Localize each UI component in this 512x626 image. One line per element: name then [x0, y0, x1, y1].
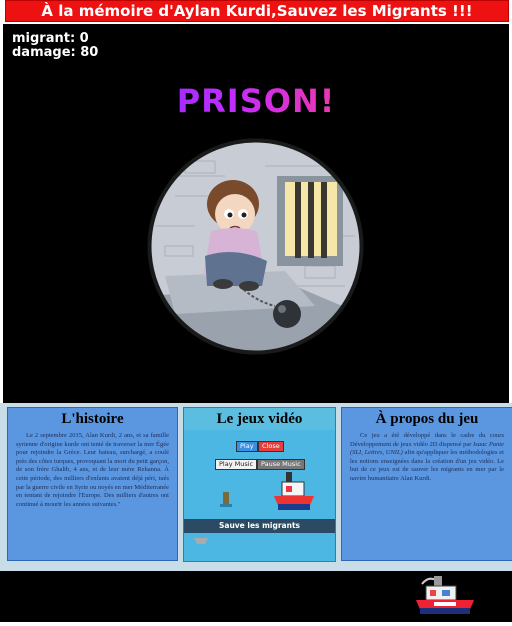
preview-buoy-icon: [220, 492, 232, 507]
video-game-card: Le jeux vidéo Play Close Play Music Paus…: [183, 407, 336, 562]
video-preview[interactable]: Play Close Play Music Pause Music Sauve …: [184, 430, 335, 561]
game-canvas[interactable]: migrant: 0 damage: 80 PRISON!: [3, 24, 509, 403]
play-button[interactable]: Play: [236, 441, 258, 452]
rescue-boat-icon: [416, 576, 474, 614]
preview-small-boat-icon: [194, 538, 208, 544]
history-card: L'histoire Le 2 septembre 2015, Alan Kur…: [7, 407, 178, 561]
preview-boat-icon: [274, 472, 314, 510]
video-bar: Sauve les migrants: [184, 519, 335, 533]
prison-title: PRISON!: [3, 82, 509, 120]
play-music-button[interactable]: Play Music: [215, 459, 258, 470]
video-title: Le jeux vidéo: [216, 411, 303, 427]
damage-counter: damage: 80: [12, 45, 99, 60]
history-title: L'histoire: [61, 411, 124, 427]
close-button[interactable]: Close: [258, 441, 284, 452]
about-text: Ce jeu a été développé dans le cadre du …: [350, 432, 504, 484]
prison-illustration: [147, 138, 364, 355]
history-text: Le 2 septembre 2015, Alan Kurdi, 2 ans, …: [16, 432, 169, 508]
about-card: À propos du jeu Ce jeu a été développé d…: [341, 407, 512, 561]
memorial-banner: À la mémoire d'Aylan Kurdi,Sauvez les Mi…: [5, 0, 509, 22]
migrant-counter: migrant: 0: [12, 31, 89, 46]
game-hud: migrant: 0 damage: 80: [12, 32, 98, 60]
pause-music-button[interactable]: Pause Music: [257, 459, 305, 470]
about-title: À propos du jeu: [375, 411, 479, 427]
footer-bar: [0, 571, 512, 622]
info-cards: L'histoire Le 2 septembre 2015, Alan Kur…: [0, 403, 512, 571]
